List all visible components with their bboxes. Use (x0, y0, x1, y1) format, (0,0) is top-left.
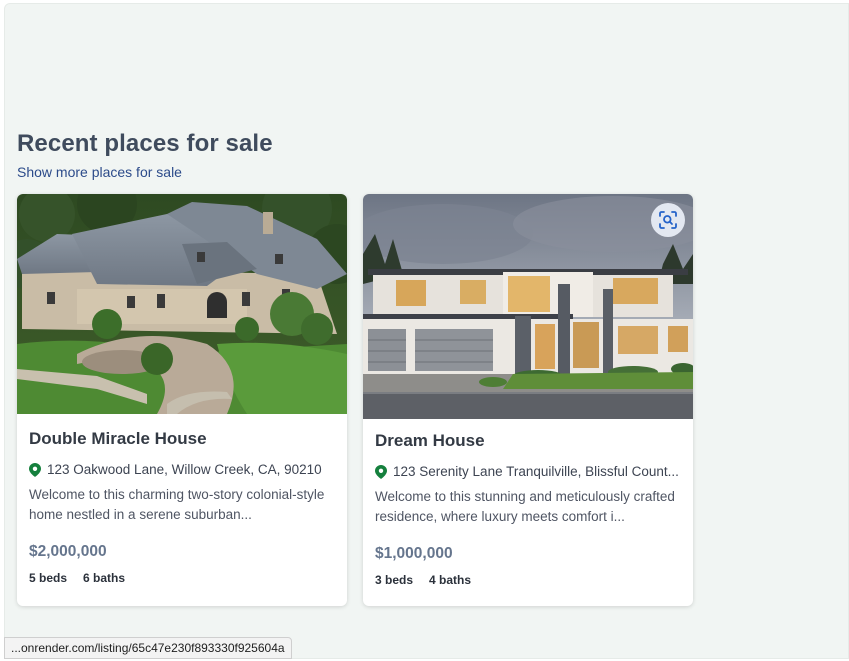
status-bar-url: ...onrender.com/listing/65c47e230f893330… (4, 637, 292, 659)
listing-card-dream-house[interactable]: Dream House 123 Serenity Lane Tranquilvi… (363, 194, 693, 606)
listing-price: $2,000,000 (29, 543, 107, 560)
modern-house-photo (363, 194, 693, 419)
beds-count: 3 beds (375, 573, 414, 587)
listing-address: 123 Serenity Lane Tranquilville, Blissfu… (375, 464, 681, 479)
listing-address: 123 Oakwood Lane, Willow Creek, CA, 9021… (29, 462, 335, 477)
listing-specs: 3 beds 4 baths (375, 573, 681, 587)
section-title: Recent places for sale (17, 130, 273, 157)
show-more-link[interactable]: Show more places for sale (17, 164, 182, 180)
beds-count: 5 beds (29, 571, 68, 585)
listing-price: $1,000,000 (375, 545, 453, 562)
listing-description: Welcome to this charming two-story colon… (29, 487, 325, 522)
listing-description: Welcome to this stunning and meticulousl… (375, 489, 675, 524)
visual-search-icon (659, 211, 677, 229)
listing-title: Dream House (375, 431, 485, 450)
listing-title: Double Miracle House (29, 429, 207, 448)
address-text: 123 Serenity Lane Tranquilville, Blissfu… (393, 464, 679, 479)
address-text: 123 Oakwood Lane, Willow Creek, CA, 9021… (47, 462, 322, 477)
page-content: Recent places for sale Show more places … (4, 3, 849, 659)
baths-count: 6 baths (83, 571, 126, 585)
listing-photo[interactable] (17, 194, 347, 414)
mansion-photo (17, 194, 347, 414)
visual-search-button[interactable] (651, 203, 685, 237)
listing-specs: 5 beds 6 baths (29, 571, 335, 585)
listing-card-double-miracle-house[interactable]: Double Miracle House 123 Oakwood Lane, W… (17, 194, 347, 606)
map-pin-icon (375, 464, 387, 479)
listing-photo[interactable] (363, 194, 693, 419)
baths-count: 4 baths (429, 573, 472, 587)
map-pin-icon (29, 462, 41, 477)
